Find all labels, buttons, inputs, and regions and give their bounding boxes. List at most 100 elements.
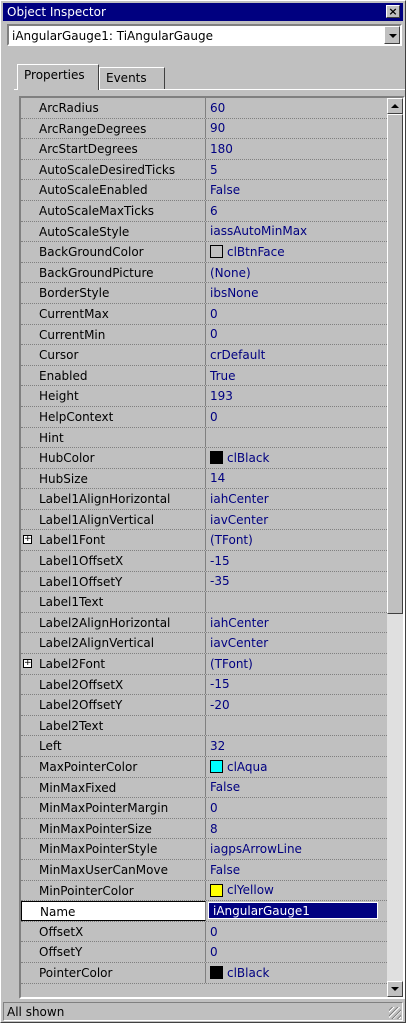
property-name[interactable]: HelpContext — [21, 406, 206, 427]
property-name[interactable]: MinMaxPointerMargin — [21, 798, 206, 818]
property-name[interactable]: Label1AlignHorizontal — [21, 489, 206, 509]
property-value[interactable]: iAngularGauge1 — [206, 901, 387, 921]
property-name[interactable]: Label2OffsetY — [21, 695, 206, 715]
property-row[interactable]: + Label1Font (TFont) — [21, 530, 387, 552]
property-value[interactable]: (TFont) — [206, 530, 387, 550]
property-name[interactable]: Label2OffsetX — [21, 674, 206, 695]
property-name[interactable]: BorderStyle — [21, 283, 206, 303]
property-name[interactable]: + Label1Font — [21, 530, 206, 551]
property-value[interactable]: 0 — [206, 325, 387, 345]
property-value[interactable]: clBlack — [206, 963, 387, 983]
property-value[interactable]: 8 — [206, 819, 387, 839]
property-row[interactable]: Label2AlignHorizontal iahCenter — [21, 612, 387, 634]
property-name[interactable]: MinPointerColor — [21, 880, 206, 901]
property-value[interactable]: 0 — [206, 942, 387, 962]
scroll-thumb[interactable] — [387, 114, 403, 614]
property-value[interactable]: 0 — [206, 407, 387, 427]
property-value[interactable]: crDefault — [206, 345, 387, 365]
property-name[interactable]: Label1Text — [21, 592, 206, 612]
property-value[interactable]: iavCenter — [206, 633, 387, 653]
property-value[interactable]: 32 — [206, 736, 387, 756]
property-row[interactable]: OffsetX 0 — [21, 921, 387, 943]
property-value[interactable]: 14 — [206, 469, 387, 489]
property-value[interactable]: ibsNone — [206, 283, 387, 303]
tab-properties[interactable]: Properties — [17, 64, 99, 90]
property-name[interactable]: BackGroundPicture — [21, 262, 206, 283]
property-value[interactable]: -15 — [206, 675, 387, 695]
property-value[interactable] — [206, 592, 387, 612]
property-value[interactable]: -15 — [206, 551, 387, 571]
property-name[interactable]: ArcRadius — [21, 98, 206, 118]
property-row[interactable]: AutoScaleStyle iassAutoMinMax — [21, 221, 387, 243]
property-name[interactable]: AutoScaleStyle — [21, 221, 206, 242]
chevron-down-icon[interactable] — [384, 26, 400, 44]
property-row[interactable]: AutoScaleMaxTicks 6 — [21, 200, 387, 222]
property-name[interactable]: MinMaxUserCanMove — [21, 859, 206, 880]
name-edit-field[interactable]: iAngularGauge1 — [208, 902, 378, 920]
property-row[interactable]: MaxPointerColor clAqua — [21, 757, 387, 778]
property-name[interactable]: AutoScaleEnabled — [21, 180, 206, 200]
property-value[interactable]: True — [206, 366, 387, 386]
property-row[interactable]: MinMaxPointerStyle iagpsArrowLine — [21, 839, 387, 860]
tab-events[interactable]: Events — [99, 67, 165, 89]
property-name[interactable]: Label2Text — [21, 715, 206, 736]
property-name[interactable]: HubColor — [21, 448, 206, 468]
property-name[interactable]: Enabled — [21, 365, 206, 386]
property-row[interactable]: CurrentMin 0 — [21, 324, 387, 346]
property-row[interactable]: Label1OffsetX -15 — [21, 551, 387, 572]
property-row[interactable]: ArcRadius 60 — [21, 98, 387, 119]
property-value[interactable]: False — [206, 778, 387, 798]
property-name[interactable]: MinMaxPointerStyle — [21, 839, 206, 859]
property-row[interactable]: MinPointerColor clYellow — [21, 880, 387, 902]
property-row[interactable]: Label2OffsetX -15 — [21, 674, 387, 696]
property-row[interactable]: MinMaxPointerSize 8 — [21, 818, 387, 840]
property-value[interactable]: -20 — [206, 695, 387, 715]
property-row[interactable]: HubColor clBlack — [21, 448, 387, 469]
property-name[interactable]: AutoScaleDesiredTicks — [21, 159, 206, 180]
property-value[interactable]: 6 — [206, 201, 387, 221]
property-row[interactable]: Hint — [21, 427, 387, 449]
property-row[interactable]: CurrentMax 0 — [21, 303, 387, 325]
expand-plus-icon[interactable]: + — [23, 535, 32, 545]
property-value[interactable]: 0 — [206, 798, 387, 818]
property-value[interactable]: False — [206, 180, 387, 200]
property-row[interactable]: Name iAngularGauge1 — [21, 901, 387, 922]
property-name[interactable]: MinMaxFixed — [21, 777, 206, 798]
property-name[interactable]: BackGroundColor — [21, 242, 206, 262]
property-value[interactable]: iahCenter — [206, 613, 387, 633]
property-value[interactable]: 60 — [206, 98, 387, 118]
property-value[interactable]: (None) — [206, 263, 387, 283]
property-value[interactable]: 0 — [206, 922, 387, 942]
property-name[interactable]: Height — [21, 386, 206, 406]
property-name[interactable]: CurrentMax — [21, 303, 206, 324]
property-name[interactable]: Left — [21, 736, 206, 756]
component-selector[interactable]: iAngularGauge1: TiAngularGauge — [7, 24, 402, 46]
property-name[interactable]: Name — [21, 901, 206, 921]
property-row[interactable]: Height 193 — [21, 386, 387, 407]
property-value[interactable] — [206, 716, 387, 736]
property-value[interactable]: iassAutoMinMax — [206, 222, 387, 242]
close-icon[interactable]: × — [386, 5, 400, 18]
title-bar[interactable]: Object Inspector × — [3, 3, 403, 21]
property-row[interactable]: BackGroundPicture (None) — [21, 262, 387, 284]
property-name[interactable]: ArcRangeDegrees — [21, 118, 206, 139]
property-row[interactable]: AutoScaleDesiredTicks 5 — [21, 159, 387, 181]
property-row[interactable]: Label1OffsetY -35 — [21, 571, 387, 593]
property-name[interactable]: Hint — [21, 427, 206, 448]
property-row[interactable]: Left 32 — [21, 736, 387, 757]
property-row[interactable]: Label1AlignHorizontal iahCenter — [21, 489, 387, 510]
property-name[interactable]: Label1OffsetY — [21, 571, 206, 592]
property-row[interactable]: PointerColor clBlack — [21, 962, 387, 984]
expand-plus-icon[interactable]: + — [23, 659, 32, 669]
property-row[interactable]: Label1Text — [21, 592, 387, 613]
property-value[interactable]: 193 — [206, 386, 387, 406]
property-value[interactable]: 90 — [206, 119, 387, 139]
scroll-up-button[interactable] — [387, 98, 403, 114]
property-name[interactable]: CurrentMin — [21, 324, 206, 345]
property-row[interactable]: HelpContext 0 — [21, 406, 387, 428]
property-row[interactable]: Label2OffsetY -20 — [21, 695, 387, 716]
property-value[interactable]: clBlack — [206, 448, 387, 468]
property-row[interactable]: + Label2Font (TFont) — [21, 654, 387, 675]
property-row[interactable]: MinMaxUserCanMove False — [21, 859, 387, 881]
property-name[interactable]: + Label2Font — [21, 654, 206, 674]
